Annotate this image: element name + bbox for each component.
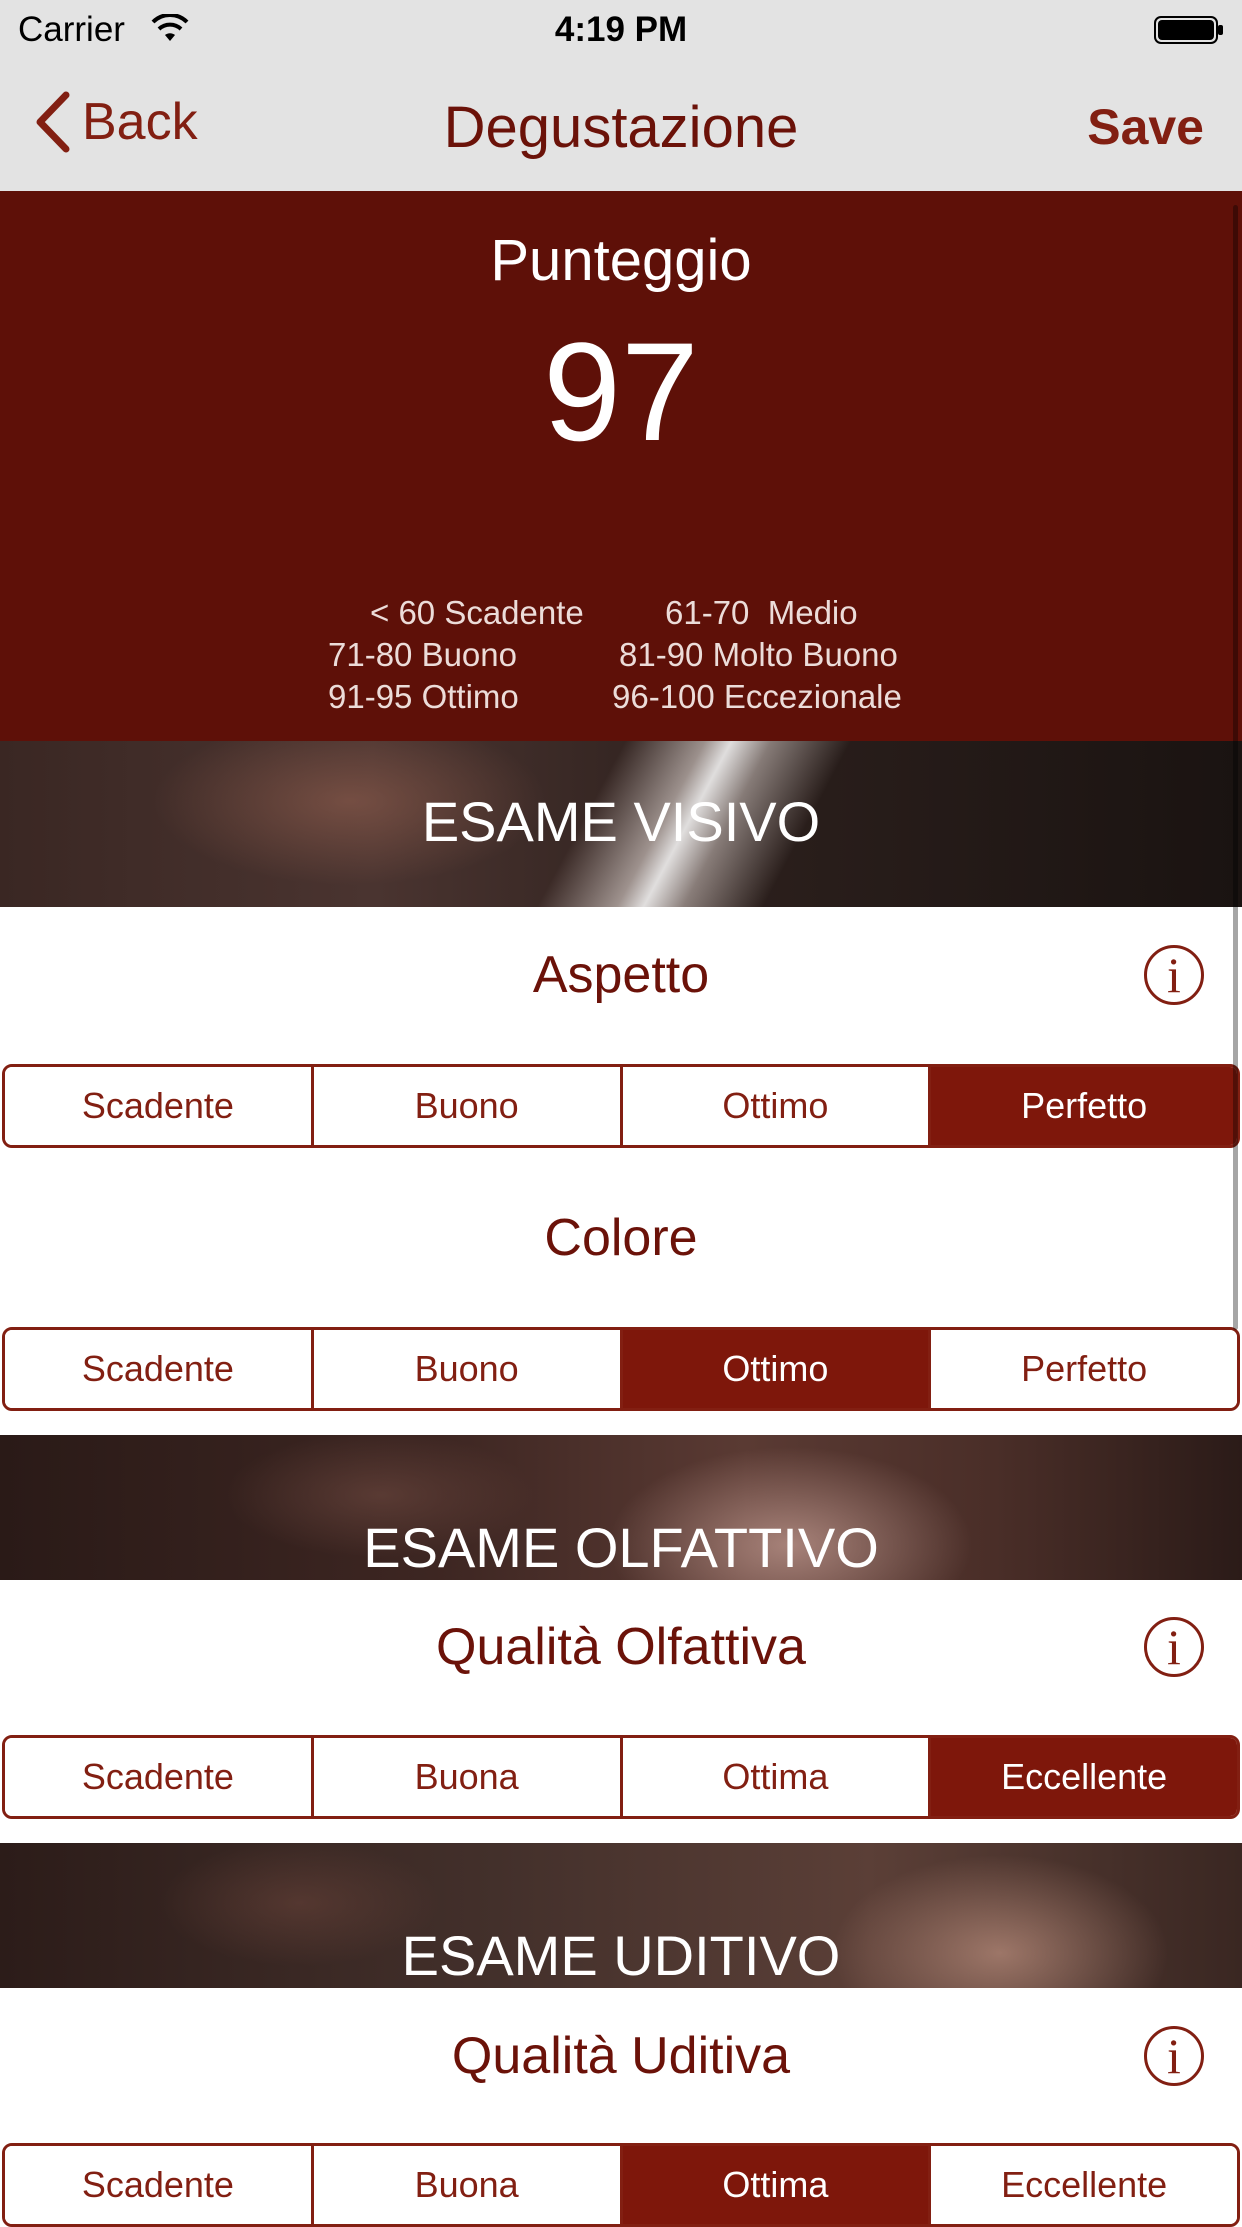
segment-option[interactable]: Buona xyxy=(310,2146,620,2224)
section-title: ESAME OLFATTIVO xyxy=(363,1516,879,1579)
segment-option-selected[interactable]: Eccellente xyxy=(928,1738,1237,1816)
segment-option-selected[interactable]: Ottimo xyxy=(619,1330,929,1408)
segmented-control-colore: Scadente Buono Ottimo Perfetto xyxy=(2,1327,1240,1411)
field-title-qualita-uditiva: Qualità Uditiva xyxy=(451,2027,791,2085)
score-value: 97 xyxy=(543,313,699,470)
info-icon[interactable]: i xyxy=(1144,1617,1204,1677)
segment-option[interactable]: Ottima xyxy=(619,1738,929,1816)
segment-option[interactable]: Eccellente xyxy=(928,2146,1237,2224)
segment-option[interactable]: Scadente xyxy=(5,1067,311,1145)
scale-item: 61-70 Medio xyxy=(665,594,858,631)
segment-option[interactable]: Perfetto xyxy=(928,1330,1237,1408)
scale-item: 71-80 Buono xyxy=(328,636,517,673)
section-title: ESAME VISIVO xyxy=(421,790,821,853)
section-header-visivo: ESAME VISIVO xyxy=(0,741,1242,907)
score-label: Punteggio xyxy=(490,228,752,293)
field-title-colore: Colore xyxy=(544,1209,698,1267)
segment-option[interactable]: Scadente xyxy=(5,2146,311,2224)
segment-option[interactable]: Buono xyxy=(310,1067,620,1145)
field-title-qualita-olfattiva: Qualità Olfattiva xyxy=(436,1618,806,1676)
segment-option[interactable]: Scadente xyxy=(5,1738,311,1816)
segment-option-selected[interactable]: Ottima xyxy=(619,2146,929,2224)
scale-item: 96-100 Eccezionale xyxy=(612,678,902,715)
field-title-aspetto: Aspetto xyxy=(532,946,710,1004)
segment-option-selected[interactable]: Perfetto xyxy=(928,1067,1237,1145)
segment-option[interactable]: Buono xyxy=(310,1330,620,1408)
segmented-control-qualita-uditiva: Scadente Buona Ottima Eccellente xyxy=(2,2143,1240,2227)
scrollbar[interactable] xyxy=(1233,205,1238,1330)
score-panel: Punteggio 97 < 60 Scadente 61-70 Medio 7… xyxy=(0,191,1242,741)
page-title: Degustazione xyxy=(443,95,799,160)
save-button[interactable]: Save xyxy=(1087,98,1204,156)
scale-item: < 60 Scadente xyxy=(370,594,584,631)
status-bar: Carrier 4:19 PM xyxy=(0,0,1242,60)
info-icon[interactable]: i xyxy=(1144,2026,1204,2086)
segmented-control-aspetto: Scadente Buono Ottimo Perfetto xyxy=(2,1064,1240,1148)
info-icon[interactable]: i xyxy=(1144,945,1204,1005)
section-title: ESAME UDITIVO xyxy=(401,1924,841,1987)
scale-item: 81-90 Molto Buono xyxy=(619,636,898,673)
scale-item: 91-95 Ottimo xyxy=(328,678,519,715)
navigation-bar: Back Degustazione Save xyxy=(0,60,1242,191)
segment-option[interactable]: Buona xyxy=(310,1738,620,1816)
segmented-control-qualita-olfattiva: Scadente Buona Ottima Eccellente xyxy=(2,1735,1240,1819)
battery-icon xyxy=(1154,16,1223,44)
segment-option[interactable]: Scadente xyxy=(5,1330,311,1408)
clock: 4:19 PM xyxy=(554,10,688,49)
section-header-olfattivo: ESAME OLFATTIVO xyxy=(0,1435,1242,1580)
segment-option[interactable]: Ottimo xyxy=(619,1067,929,1145)
section-header-uditivo: ESAME UDITIVO xyxy=(0,1843,1242,1988)
